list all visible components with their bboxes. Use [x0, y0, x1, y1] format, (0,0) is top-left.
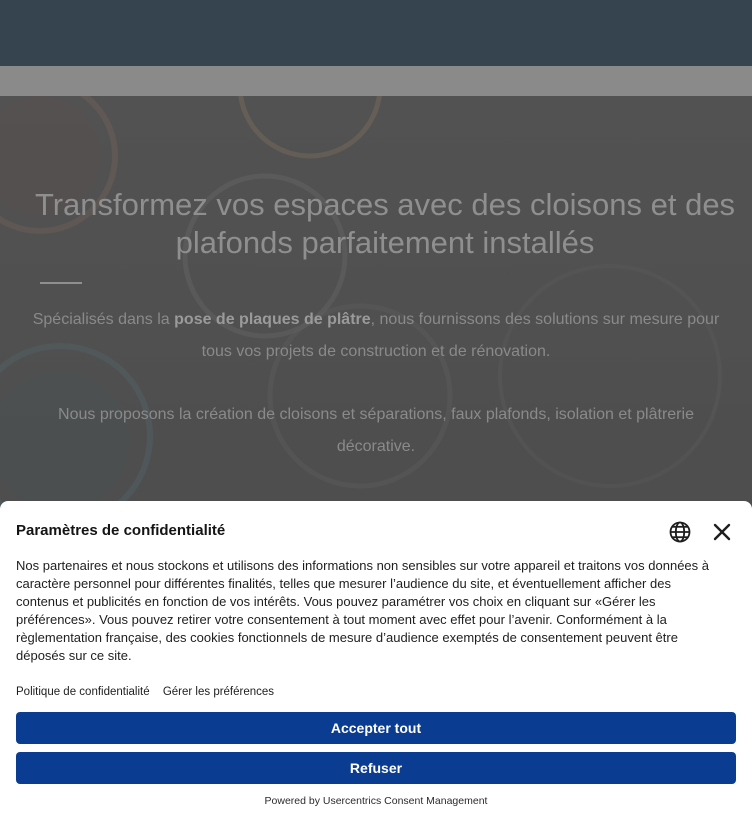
language-button[interactable] — [668, 520, 692, 544]
close-button[interactable] — [710, 520, 734, 544]
hero-title: Transformez vos espaces avec des cloison… — [34, 187, 736, 260]
hero-paragraph-1: Spécialisés dans la pose de plaques de p… — [20, 304, 732, 368]
refuse-button[interactable]: Refuser — [16, 752, 736, 784]
paragraph-1-highlight: pose de plaques de plâtre — [174, 311, 371, 328]
title-divider — [40, 282, 82, 284]
manage-preferences-link[interactable]: Gérer les préférences — [163, 686, 274, 698]
globe-icon — [669, 521, 691, 543]
hero-paragraph-2: Nous proposons la création de cloisons e… — [58, 406, 694, 455]
consent-links: Politique de confidentialité Gérer les p… — [16, 686, 284, 698]
cookie-consent-banner: Paramètres de confidentialité Nos parten… — [0, 501, 752, 824]
powered-by-text: Powered by Usercentrics Consent Manageme… — [264, 795, 488, 807]
privacy-policy-link[interactable]: Politique de confidentialité — [16, 686, 150, 698]
close-icon — [713, 523, 731, 541]
accept-all-button[interactable]: Accepter tout — [16, 712, 736, 744]
paragraph-1-text-start: Spécialisés dans la — [32, 311, 175, 328]
site-header — [0, 0, 752, 66]
navigation-bar — [0, 66, 752, 96]
consent-description: Nos partenaires et nous stockons et util… — [16, 558, 709, 663]
consent-title: Paramètres de confidentialité — [16, 522, 226, 539]
